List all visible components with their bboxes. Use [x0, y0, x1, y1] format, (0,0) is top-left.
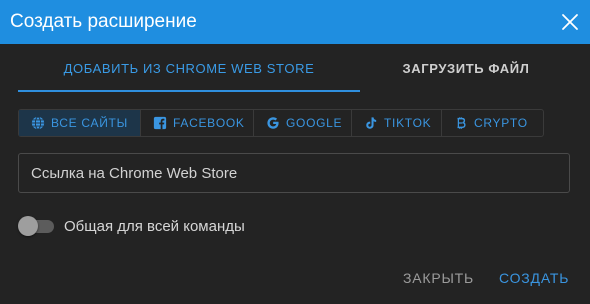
filter-label: TIKTOK: [384, 116, 432, 130]
dialog-title: Создать расширение: [10, 11, 197, 32]
tab-bar: ДОБАВИТЬ ИЗ CHROME WEB STORE ЗАГРУЗИТЬ Ф…: [0, 44, 590, 94]
filter-facebook[interactable]: FACEBOOK: [141, 110, 254, 136]
filter-google[interactable]: GOOGLE: [254, 110, 352, 136]
filter-crypto[interactable]: CRYPTO: [442, 110, 543, 136]
shared-team-toggle[interactable]: [18, 216, 56, 236]
dialog-header: Создать расширение: [0, 0, 590, 44]
globe-icon: [31, 116, 45, 130]
filter-label: FACEBOOK: [173, 116, 245, 130]
filter-label: GOOGLE: [286, 116, 343, 130]
create-extension-dialog: Создать расширение ДОБАВИТЬ ИЗ CHROME WE…: [0, 0, 590, 304]
close-button[interactable]: ЗАКРЫТЬ: [403, 266, 474, 290]
facebook-icon: [153, 116, 167, 130]
filter-all-sites[interactable]: ВСЕ САЙТЫ: [19, 110, 141, 136]
chrome-store-url-input[interactable]: [18, 153, 570, 193]
google-icon: [266, 116, 280, 130]
shared-toggle-label: Общая для всей команды: [64, 217, 245, 235]
toggle-knob: [18, 216, 38, 236]
shared-toggle-row: Общая для всей команды: [18, 214, 245, 238]
tab-chrome-web-store[interactable]: ДОБАВИТЬ ИЗ CHROME WEB STORE: [18, 44, 360, 92]
filter-tiktok[interactable]: TIKTOK: [352, 110, 442, 136]
active-tab-indicator: [18, 90, 360, 92]
filter-label: ВСЕ САЙТЫ: [51, 116, 128, 130]
filter-label: CRYPTO: [474, 116, 528, 130]
close-icon[interactable]: [560, 12, 580, 32]
bitcoin-icon: [454, 116, 468, 130]
tiktok-icon: [364, 116, 378, 130]
create-button[interactable]: СОЗДАТЬ: [499, 266, 569, 290]
site-filter-group: ВСЕ САЙТЫ FACEBOOK GOOGLE TIKTOK CRYPTO: [18, 109, 544, 137]
tab-upload-file[interactable]: ЗАГРУЗИТЬ ФАЙЛ: [360, 44, 572, 92]
